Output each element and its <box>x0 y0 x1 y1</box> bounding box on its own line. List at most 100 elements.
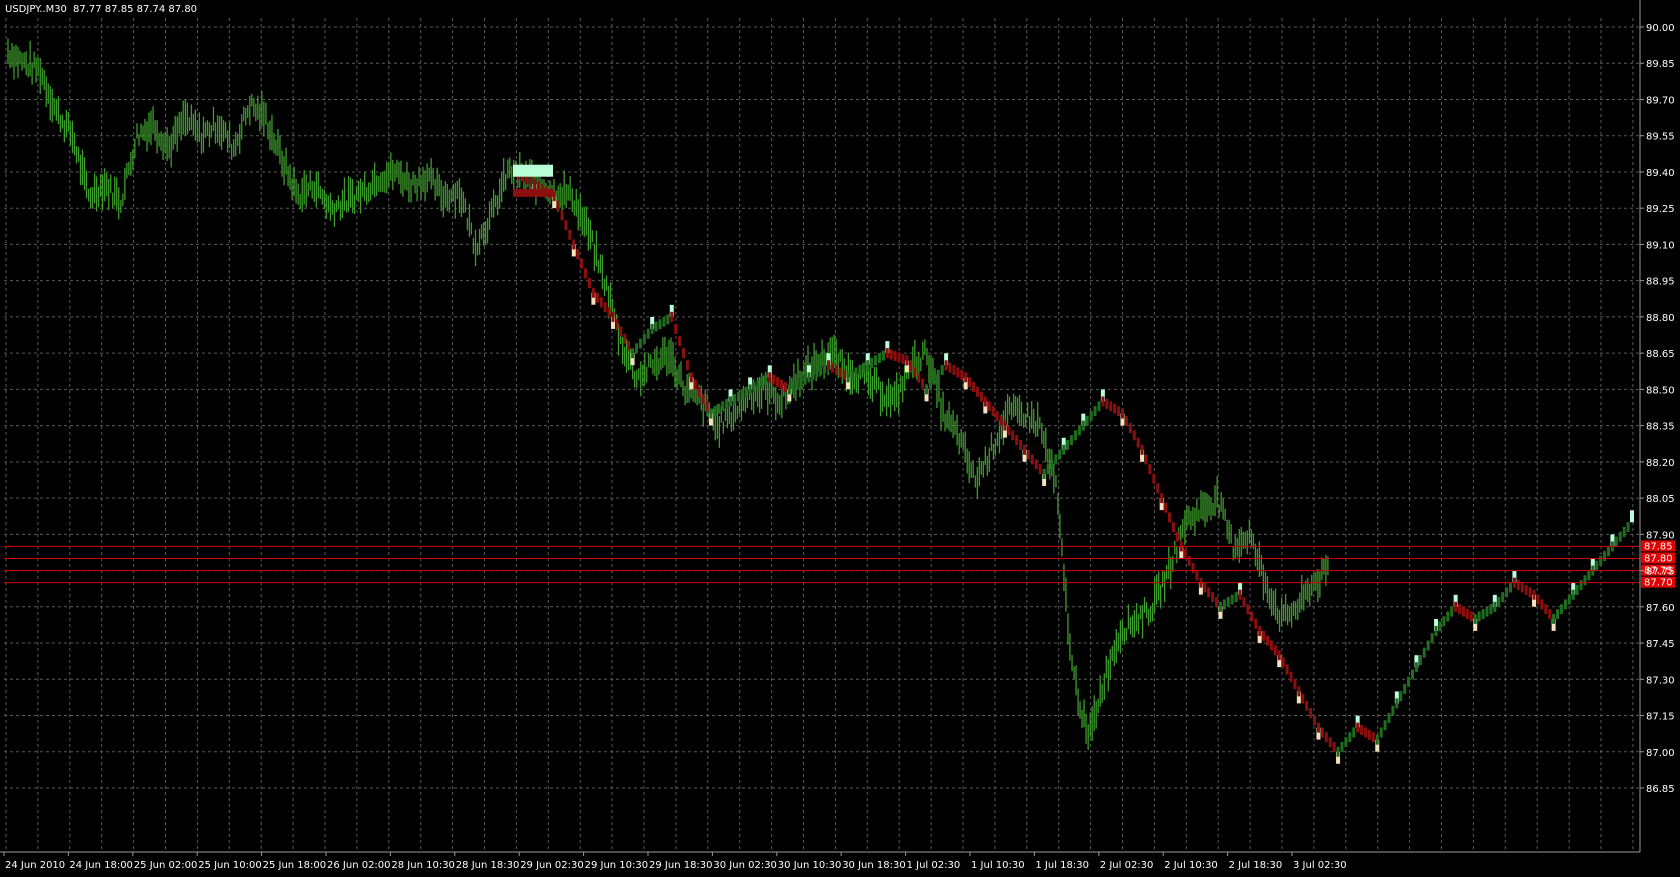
renko-brick <box>1054 454 1058 465</box>
renko-brick <box>1571 589 1575 600</box>
renko-brick <box>1469 611 1473 622</box>
renko-brick <box>1301 693 1305 704</box>
renko-brick <box>666 314 670 325</box>
renko-brick <box>1211 592 1215 603</box>
renko-brick <box>709 408 713 419</box>
renko-brick <box>1422 647 1426 658</box>
renko-brick <box>631 348 635 359</box>
y-tick-label: 87.60 <box>1646 603 1675 614</box>
renko-brick <box>827 360 831 371</box>
y-tick-label: 87.30 <box>1646 675 1675 686</box>
renko-brick <box>1120 408 1124 419</box>
renko-brick <box>858 365 862 376</box>
renko-brick <box>1540 599 1544 610</box>
renko-brick <box>1285 664 1289 675</box>
renko-brick <box>1367 729 1371 740</box>
renko-brick <box>1226 596 1230 607</box>
renko-brick <box>599 297 603 308</box>
renko-brick <box>736 391 740 402</box>
renko-brick <box>721 401 725 412</box>
renko-brick <box>1583 575 1587 586</box>
renko-brick <box>866 360 870 371</box>
renko-brick <box>1101 396 1105 407</box>
x-tick-label: 30 Jun 10:30 <box>778 860 842 871</box>
renko-brick <box>1407 676 1411 687</box>
renko-brick <box>1375 734 1379 745</box>
renko-brick <box>889 349 893 360</box>
renko-brick <box>1297 686 1301 697</box>
renko-brick <box>799 377 803 388</box>
renko-brick <box>533 179 537 190</box>
renko-brick <box>1030 454 1034 465</box>
y-tick-label: 89.25 <box>1646 204 1675 215</box>
renko-brick <box>1105 398 1109 409</box>
renko-brick <box>580 258 584 269</box>
renko-brick <box>1454 601 1458 612</box>
x-tick-label: 2 Jul 02:30 <box>1100 860 1154 871</box>
y-tick-label: 87.00 <box>1646 748 1675 759</box>
renko-brick <box>917 372 921 383</box>
renko-brick <box>1128 423 1132 434</box>
renko-brick <box>803 374 807 385</box>
renko-brick <box>960 369 964 380</box>
renko-brick <box>905 355 909 366</box>
renko-brick <box>815 367 819 378</box>
renko-brick <box>901 353 905 364</box>
renko-brick <box>748 384 752 395</box>
x-tick-label: 2 Jul 10:30 <box>1164 860 1218 871</box>
renko-brick <box>877 352 881 363</box>
renko-brick <box>619 326 623 337</box>
renko-brick <box>1266 635 1270 646</box>
y-tick-label: 89.40 <box>1646 168 1675 179</box>
renko-brick <box>701 394 705 405</box>
renko-brick <box>881 350 885 361</box>
renko-brick <box>1458 604 1462 615</box>
renko-brick <box>1493 601 1497 612</box>
renko-brick <box>1175 531 1179 542</box>
renko-brick <box>819 365 823 376</box>
renko-brick <box>823 362 827 373</box>
renko-brick <box>615 319 619 330</box>
x-tick-label: 25 Jun 18:00 <box>263 860 327 871</box>
renko-brick <box>995 410 999 421</box>
renko-brick <box>591 287 595 298</box>
y-tick-label: 87.90 <box>1646 530 1675 541</box>
y-tick-label: 88.20 <box>1646 458 1675 469</box>
renko-brick <box>1164 502 1168 513</box>
x-tick-label: 25 Jun 02:00 <box>134 860 198 871</box>
renko-brick <box>650 323 654 334</box>
x-tick-label: 28 Jun 18:30 <box>456 860 520 871</box>
chart-background <box>0 0 1680 877</box>
renko-brick <box>1438 621 1442 632</box>
renko-brick <box>682 348 686 359</box>
renko-brick <box>862 362 866 373</box>
x-tick-label: 26 Jun 02:00 <box>327 860 391 871</box>
y-tick-label: 88.35 <box>1646 422 1675 433</box>
renko-brick <box>1599 555 1603 566</box>
renko-brick <box>964 372 968 383</box>
renko-brick <box>627 340 631 351</box>
renko-brick <box>952 365 956 376</box>
renko-brick <box>1070 435 1074 446</box>
renko-brick <box>975 386 979 397</box>
renko-brick <box>1473 613 1477 624</box>
x-tick-label: 24 Jun 2010 <box>5 860 65 871</box>
renko-brick <box>1356 722 1360 733</box>
y-tick-label: 89.55 <box>1646 132 1675 143</box>
renko-brick <box>791 381 795 392</box>
renko-brick <box>1242 596 1246 607</box>
renko-brick <box>1148 464 1152 475</box>
renko-brick <box>1144 454 1148 465</box>
renko-brick <box>979 391 983 402</box>
renko-brick <box>1344 737 1348 748</box>
renko-brick <box>1509 582 1513 593</box>
x-tick-label: 28 Jun 10:30 <box>391 860 455 871</box>
renko-brick <box>744 386 748 397</box>
renko-highlight <box>1630 510 1634 523</box>
renko-brick <box>1371 732 1375 743</box>
renko-brick <box>1289 671 1293 682</box>
renko-brick <box>1305 700 1309 711</box>
renko-brick <box>1618 531 1622 542</box>
renko-brick <box>1269 640 1273 651</box>
y-tick-label: 89.70 <box>1646 95 1675 106</box>
